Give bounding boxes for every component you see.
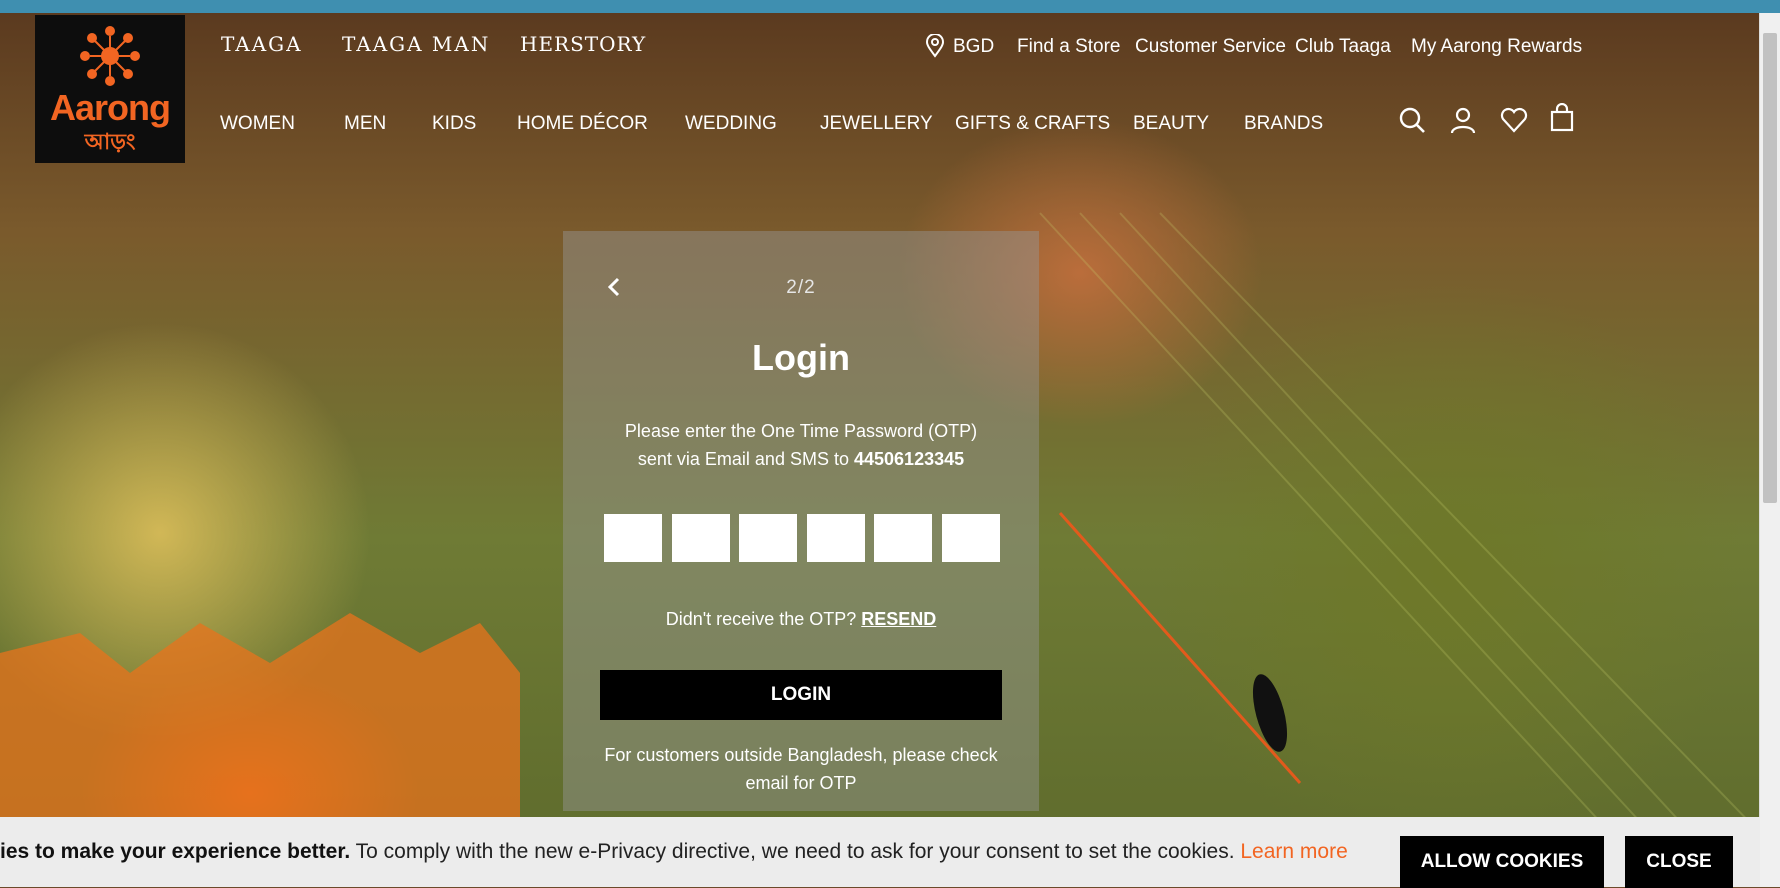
otp-digit-6[interactable] (941, 514, 1000, 562)
cookie-message-bold: ies to make your experience better. (0, 840, 351, 863)
menu-gifts-crafts[interactable]: GIFTS & CRAFTS (955, 113, 1110, 135)
outside-bangladesh-note: For customers outside Bangladesh, please… (604, 745, 998, 793)
logo-wordmark: Aarong (50, 87, 171, 128)
customer-service-link[interactable]: Customer Service (1135, 36, 1286, 58)
resend-link[interactable]: RESEND (861, 609, 936, 629)
cookie-consent-bar: ies to make your experience better. To c… (0, 817, 1760, 888)
step-indicator: 2/2 (786, 277, 816, 298)
brand-link-taaga[interactable]: TAAGA (221, 32, 303, 56)
brand-link-herstory[interactable]: HERSTORY (520, 32, 646, 56)
account-icon[interactable] (1448, 105, 1478, 135)
learn-more-link[interactable]: Learn more (1240, 840, 1347, 863)
aarong-rewards-link[interactable]: My Aarong Rewards (1411, 36, 1582, 58)
location-link[interactable]: BGD (953, 36, 994, 58)
otp-digit-2[interactable] (671, 514, 730, 562)
logo-motif-icon (80, 26, 140, 86)
menu-men[interactable]: MEN (344, 113, 386, 135)
otp-digit-5[interactable] (874, 514, 933, 562)
otp-digit-4[interactable] (806, 514, 865, 562)
brand-link-taaga-man[interactable]: TAAGA MAN (342, 32, 490, 56)
menu-beauty[interactable]: BEAUTY (1133, 113, 1209, 135)
resend-prompt: Didn't receive the OTP? (665, 609, 857, 629)
menu-wedding[interactable]: WEDDING (685, 113, 777, 135)
login-modal: 2/2 Login Please enter the One Time Pass… (563, 231, 1039, 811)
cookie-message: ies to make your experience better. To c… (0, 817, 1348, 887)
otp-digit-1[interactable] (604, 514, 662, 562)
cookie-message-text: To comply with the new e-Privacy directi… (350, 840, 1241, 863)
menu-home-decor[interactable]: HOME DÉCOR (517, 113, 648, 135)
menu-jewellery[interactable]: JEWELLERY (820, 113, 933, 135)
find-store-link[interactable]: Find a Store (1017, 36, 1121, 58)
logo-bengali-wordmark: আড়ং (84, 129, 136, 154)
wishlist-heart-icon[interactable] (1499, 105, 1529, 135)
login-button[interactable]: LOGIN (600, 670, 1002, 720)
instruction-line-1: Please enter the One Time Password (OTP) (624, 421, 978, 441)
search-icon[interactable] (1397, 105, 1427, 135)
resend-line: Didn't receive the OTP? RESEND (563, 609, 1039, 630)
otp-input-group (604, 514, 1000, 562)
shopping-bag-icon[interactable] (1547, 103, 1577, 133)
club-taaga-link[interactable]: Club Taaga (1295, 36, 1391, 58)
modal-title: Login (752, 337, 850, 378)
menu-women[interactable]: WOMEN (220, 113, 295, 135)
scrollbar-thumb[interactable] (1763, 33, 1777, 503)
menu-kids[interactable]: KIDS (432, 113, 476, 135)
allow-cookies-button[interactable]: ALLOW COOKIES (1400, 836, 1604, 888)
location-pin-icon[interactable] (925, 34, 945, 58)
scrollbar[interactable] (1759, 13, 1780, 887)
phone-number: 44506123345 (854, 449, 965, 469)
instruction-line-2: sent via Email and SMS to (637, 449, 849, 469)
aarong-logo[interactable]: Aarong আড়ং (35, 15, 185, 163)
menu-brands[interactable]: BRANDS (1244, 113, 1323, 135)
otp-instruction: Please enter the One Time Password (OTP)… (593, 417, 1009, 473)
close-cookie-button[interactable]: CLOSE (1625, 836, 1733, 888)
browser-top-strip (0, 0, 1780, 13)
otp-digit-3[interactable] (739, 514, 798, 562)
